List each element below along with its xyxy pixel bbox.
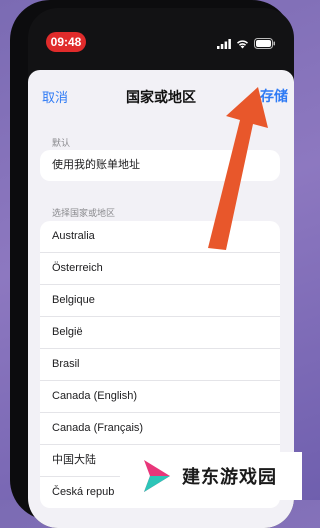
- list-item-label: Canada (English): [52, 390, 137, 402]
- list-item-australia[interactable]: Australia: [40, 221, 280, 253]
- status-bar: 09:48: [28, 8, 294, 56]
- list-item-brasil[interactable]: Brasil: [40, 349, 280, 381]
- select-section-header: 选择国家或地区: [52, 208, 116, 218]
- list-item-canada-english[interactable]: Canada (English): [40, 381, 280, 413]
- default-section-header: 默认: [52, 138, 71, 148]
- list-item-label: Canada (Français): [52, 422, 144, 434]
- status-time: 09:48: [46, 32, 86, 52]
- default-card: 使用我的账单地址: [40, 150, 280, 181]
- list-item-label: België: [52, 326, 83, 338]
- watermark: 建东游戏园: [120, 452, 302, 500]
- phone-screen: 09:48 取消 国家或地区 存储 默认 使用我的账单地址 选择国家或地区 Au…: [28, 8, 294, 528]
- battery-icon: [254, 36, 276, 54]
- page-title: 国家或地区: [126, 89, 196, 105]
- list-item-label: Österreich: [52, 262, 103, 274]
- watermark-text: 建东游戏园: [182, 467, 277, 487]
- list-item-label: Česká repub: [52, 486, 115, 498]
- status-icons: [217, 36, 276, 54]
- nav-bar: 取消 国家或地区 存储: [28, 70, 294, 112]
- save-button[interactable]: 存储: [260, 86, 288, 106]
- list-item-belgique[interactable]: Belgique: [40, 285, 280, 317]
- list-item-label: Australia: [52, 230, 95, 242]
- list-item-belgie[interactable]: België: [40, 317, 280, 349]
- wifi-icon: [236, 36, 249, 54]
- list-item-label: Brasil: [52, 358, 80, 370]
- list-item-label: Belgique: [52, 294, 95, 306]
- list-item-osterreich[interactable]: Österreich: [40, 253, 280, 285]
- list-item-label: 中国大陆: [52, 454, 96, 466]
- phone-frame: 09:48 取消 国家或地区 存储 默认 使用我的账单地址 选择国家或地区 Au…: [10, 0, 294, 528]
- signal-icon: [217, 36, 231, 54]
- use-billing-address-item[interactable]: 使用我的账单地址: [40, 150, 280, 181]
- watermark-logo-icon: [144, 460, 170, 492]
- list-item-canada-francais[interactable]: Canada (Français): [40, 413, 280, 445]
